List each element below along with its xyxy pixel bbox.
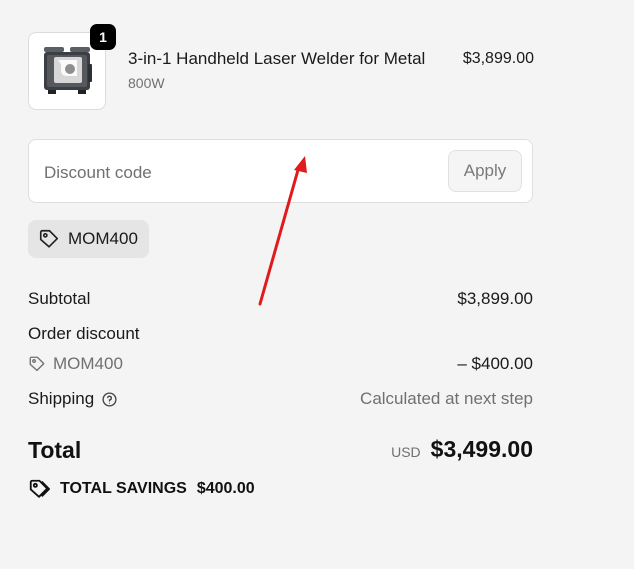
shipping-value: Calculated at next step (360, 389, 533, 408)
savings-tag-icon (28, 478, 50, 500)
laser-welder-image (44, 47, 92, 94)
shipping-label: Shipping (28, 389, 95, 408)
discount-code-input[interactable] (42, 152, 446, 194)
quantity-badge: 1 (90, 24, 116, 50)
apply-button[interactable]: Apply (448, 150, 522, 192)
discount-code-form: Apply (28, 139, 533, 203)
cart-line-item: 1 3-in-1 Handheld Laser Welder for Metal… (28, 24, 534, 112)
order-discount-label: Order discount (28, 324, 140, 343)
product-price: $3,899.00 (462, 50, 534, 67)
total-value-group: USD $3,499.00 (391, 436, 533, 463)
currency-code: USD (391, 444, 421, 460)
discount-value: – $400.00 (457, 354, 533, 373)
product-variant: 800W (128, 75, 165, 91)
total-label: Total (28, 437, 82, 463)
order-discount-row: Order discount (28, 324, 533, 344)
total-savings: TOTAL SAVINGS $400.00 (28, 478, 255, 500)
tag-icon (28, 355, 46, 373)
total-amount: $3,499.00 (430, 436, 533, 462)
subtotal-value: $3,899.00 (457, 289, 533, 308)
product-name: 3-in-1 Handheld Laser Welder for Metal (128, 49, 426, 68)
applied-discount-chip[interactable]: MOM400 (28, 220, 149, 258)
tag-icon (38, 228, 60, 250)
help-circle-icon[interactable] (101, 391, 118, 408)
discount-code-row: MOM400 – $400.00 (28, 354, 533, 378)
total-savings-label: TOTAL SAVINGS (60, 480, 187, 497)
total-savings-value: $400.00 (196, 480, 255, 497)
subtotal-row: Subtotal $3,899.00 (28, 289, 533, 309)
summary-discount-code: MOM400 (53, 354, 123, 373)
shipping-row: Shipping Calculated at next step (28, 389, 533, 409)
subtotal-label: Subtotal (28, 289, 91, 308)
applied-discount-code: MOM400 (68, 229, 138, 248)
